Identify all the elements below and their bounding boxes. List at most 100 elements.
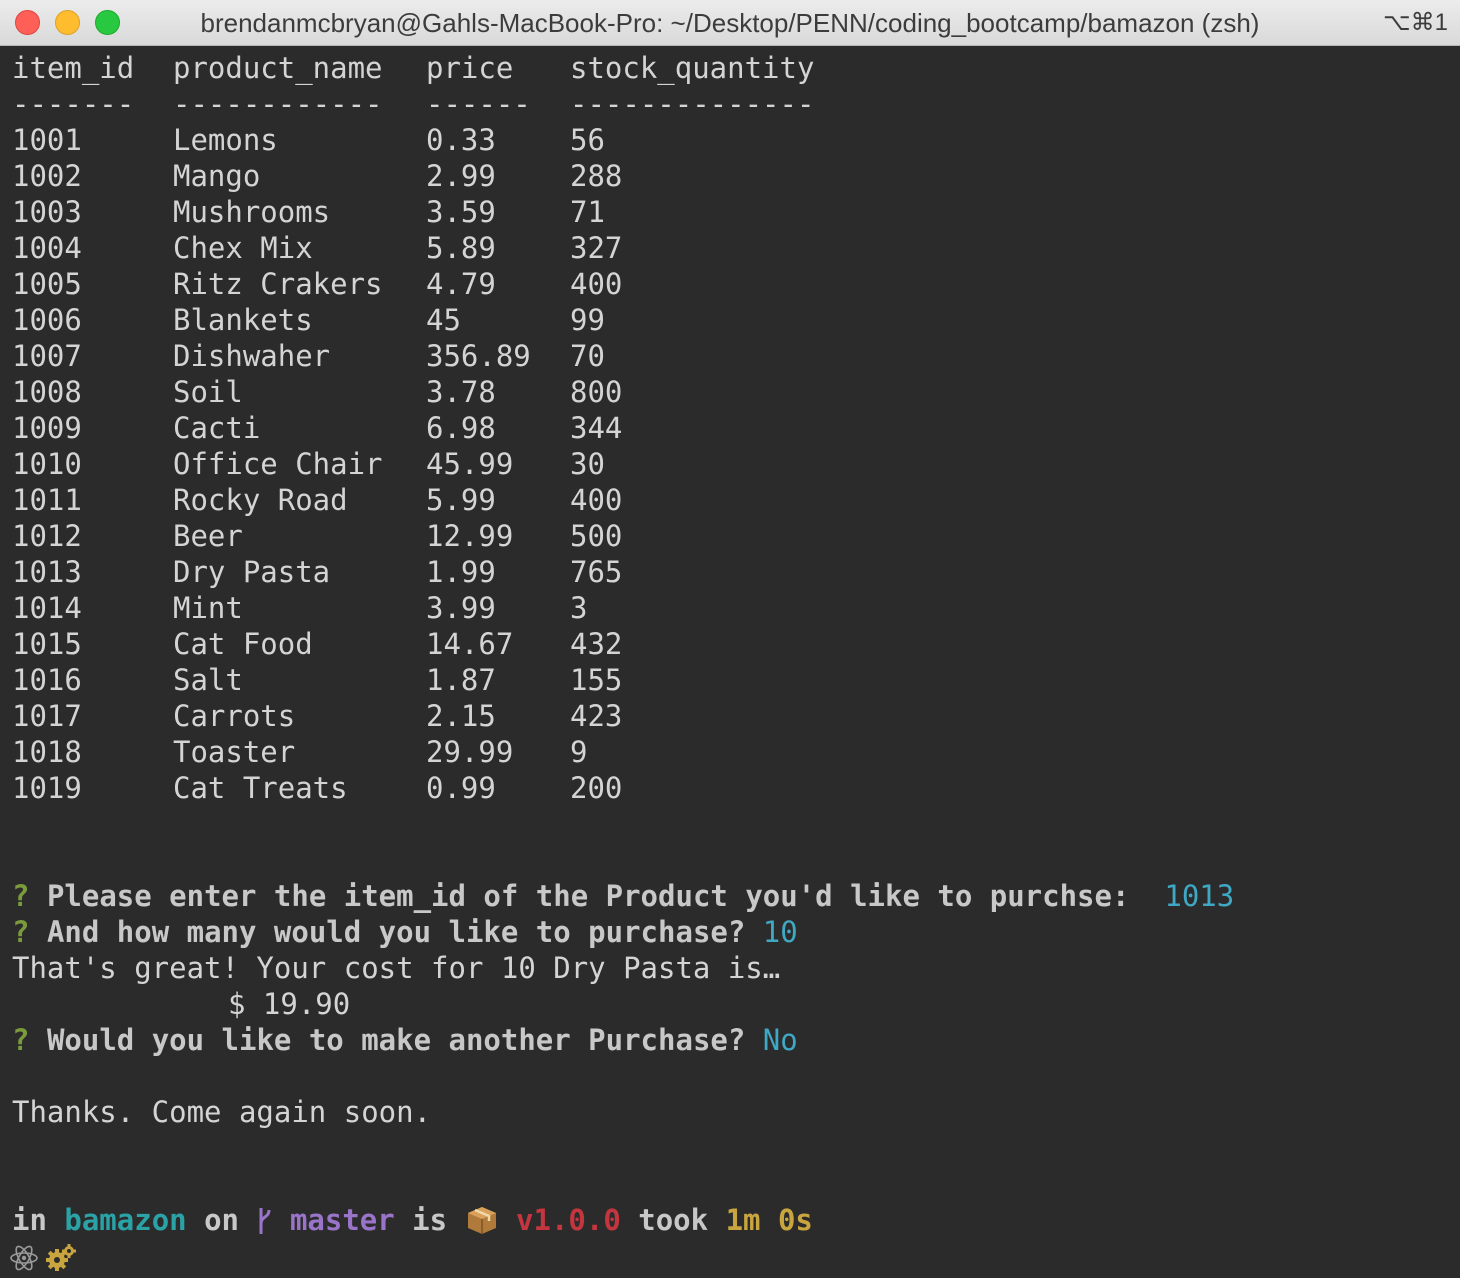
cell-item-id: 1012 bbox=[12, 519, 82, 553]
table-row: 1006 Blankets 45 99 bbox=[12, 302, 1460, 338]
cell-price: 14.67 bbox=[426, 627, 514, 661]
cell-price: 2.15 bbox=[426, 699, 496, 733]
prompt-icons bbox=[8, 1242, 78, 1274]
separator: ------ bbox=[426, 87, 531, 121]
cell-item-id: 1006 bbox=[12, 303, 82, 337]
cost-value: $ 19.90 bbox=[228, 987, 351, 1021]
cell-item-id: 1001 bbox=[12, 123, 82, 157]
header-product-name: product_name bbox=[173, 51, 383, 85]
cell-item-id: 1004 bbox=[12, 231, 82, 265]
table-body: 1001 Lemons 0.33 56 1002 Mango 2.99 288 1003 Mush… bbox=[12, 122, 1460, 806]
cell-price: 5.89 bbox=[426, 231, 496, 265]
header-item-id: item_id bbox=[12, 51, 135, 85]
cell-product-name: Rocky Road bbox=[173, 483, 348, 517]
cell-product-name: Cat Food bbox=[173, 627, 313, 661]
cell-product-name: Office Chair bbox=[173, 447, 383, 481]
table-row: 1009 Cacti 6.98 344 bbox=[12, 410, 1460, 446]
cell-item-id: 1018 bbox=[12, 735, 82, 769]
cell-product-name: Dishwaher bbox=[173, 339, 331, 373]
cell-stock-quantity: 71 bbox=[570, 195, 605, 229]
cell-stock-quantity: 432 bbox=[570, 627, 623, 661]
package-version: v1.0.0 bbox=[516, 1203, 621, 1237]
cell-product-name: Ritz Crakers bbox=[173, 267, 383, 301]
cell-stock-quantity: 155 bbox=[570, 663, 623, 697]
table-row: 1013 Dry Pasta 1.99 765 bbox=[12, 554, 1460, 590]
cell-item-id: 1015 bbox=[12, 627, 82, 661]
cell-item-id: 1003 bbox=[12, 195, 82, 229]
cell-price: 3.99 bbox=[426, 591, 496, 625]
header-price: price bbox=[426, 51, 514, 85]
cell-product-name: Chex Mix bbox=[173, 231, 313, 265]
cell-item-id: 1014 bbox=[12, 591, 82, 625]
cell-product-name: Cat Treats bbox=[173, 771, 348, 805]
cell-item-id: 1013 bbox=[12, 555, 82, 589]
cost-line: That's great! Your cost for 10 Dry Pasta… bbox=[12, 951, 781, 985]
prompt-another: ? Would you like to make another Purchas… bbox=[12, 1022, 1460, 1058]
cell-stock-quantity: 423 bbox=[570, 699, 623, 733]
status-took: took bbox=[638, 1203, 709, 1237]
close-button[interactable] bbox=[15, 10, 40, 35]
minimize-button[interactable] bbox=[55, 10, 80, 35]
cell-stock-quantity: 9 bbox=[570, 735, 588, 769]
cell-product-name: Dry Pasta bbox=[173, 555, 331, 589]
prompt-answer: No bbox=[762, 1023, 798, 1057]
status-in: in bbox=[12, 1203, 47, 1237]
cell-stock-quantity: 70 bbox=[570, 339, 605, 373]
cell-item-id: 1005 bbox=[12, 267, 82, 301]
prompt-question: Would you like to make another Purchase? bbox=[46, 1023, 746, 1057]
status-on: on bbox=[204, 1203, 239, 1237]
separator: ------------ bbox=[173, 87, 383, 121]
git-branch-icon bbox=[256, 1203, 272, 1237]
cell-stock-quantity: 99 bbox=[570, 303, 605, 337]
cell-stock-quantity: 765 bbox=[570, 555, 623, 589]
cell-stock-quantity: 344 bbox=[570, 411, 623, 445]
status-is: is bbox=[412, 1203, 448, 1237]
shell-prompt-status: in bamazon on master is v1.0.0 took 1m 0… bbox=[12, 1202, 1460, 1238]
prompt-marker: ? bbox=[12, 1023, 30, 1057]
cell-price: 45.99 bbox=[426, 447, 514, 481]
table-row: 1004 Chex Mix 5.89 327 bbox=[12, 230, 1460, 266]
cell-item-id: 1017 bbox=[12, 699, 82, 733]
prompt-marker: ? bbox=[12, 915, 30, 949]
cell-product-name: Mushrooms bbox=[173, 195, 331, 229]
cell-product-name: Toaster bbox=[173, 735, 296, 769]
cell-item-id: 1009 bbox=[12, 411, 82, 445]
table-row: 1018 Toaster 29.99 9 bbox=[12, 734, 1460, 770]
terminal-output[interactable]: item_id product_name price stock_quantit… bbox=[12, 50, 1460, 1238]
goodbye-line: Thanks. Come again soon. bbox=[12, 1095, 432, 1129]
cell-stock-quantity: 200 bbox=[570, 771, 623, 805]
table-row: 1005 Ritz Crakers 4.79 400 bbox=[12, 266, 1460, 302]
command-duration: 1m 0s bbox=[725, 1203, 813, 1237]
cell-price: 4.79 bbox=[426, 267, 496, 301]
cell-item-id: 1008 bbox=[12, 375, 82, 409]
cell-stock-quantity: 500 bbox=[570, 519, 623, 553]
table-header-row: item_id product_name price stock_quantit… bbox=[12, 50, 1460, 86]
cell-product-name: Soil bbox=[173, 375, 243, 409]
cell-price: 12.99 bbox=[426, 519, 514, 553]
git-branch: master bbox=[289, 1203, 395, 1237]
cell-stock-quantity: 400 bbox=[570, 267, 623, 301]
cell-price: 29.99 bbox=[426, 735, 514, 769]
cost-value-line: $ 19.90 bbox=[12, 986, 1460, 1022]
cell-product-name: Salt bbox=[173, 663, 243, 697]
cell-price: 3.59 bbox=[426, 195, 496, 229]
table-row: 1016 Salt 1.87 155 bbox=[12, 662, 1460, 698]
cell-price: 1.99 bbox=[426, 555, 496, 589]
separator: -------------- bbox=[570, 87, 815, 121]
cell-product-name: Mint bbox=[173, 591, 243, 625]
atom-icon bbox=[8, 1242, 40, 1278]
cell-price: 356.89 bbox=[426, 339, 531, 373]
table-row: 1017 Carrots 2.15 423 bbox=[12, 698, 1460, 734]
cell-price: 5.99 bbox=[426, 483, 496, 517]
table-row: 1003 Mushrooms 3.59 71 bbox=[12, 194, 1460, 230]
prompt-question: Please enter the item_id of the Product … bbox=[46, 879, 1130, 913]
cell-price: 6.98 bbox=[426, 411, 496, 445]
cell-item-id: 1002 bbox=[12, 159, 82, 193]
cell-product-name: Beer bbox=[173, 519, 243, 553]
table-row: 1008 Soil 3.78 800 bbox=[12, 374, 1460, 410]
window-shortcut: ⌥⌘1 bbox=[1382, 9, 1448, 36]
zoom-button[interactable] bbox=[95, 10, 120, 35]
cell-stock-quantity: 800 bbox=[570, 375, 623, 409]
table-row: 1001 Lemons 0.33 56 bbox=[12, 122, 1460, 158]
